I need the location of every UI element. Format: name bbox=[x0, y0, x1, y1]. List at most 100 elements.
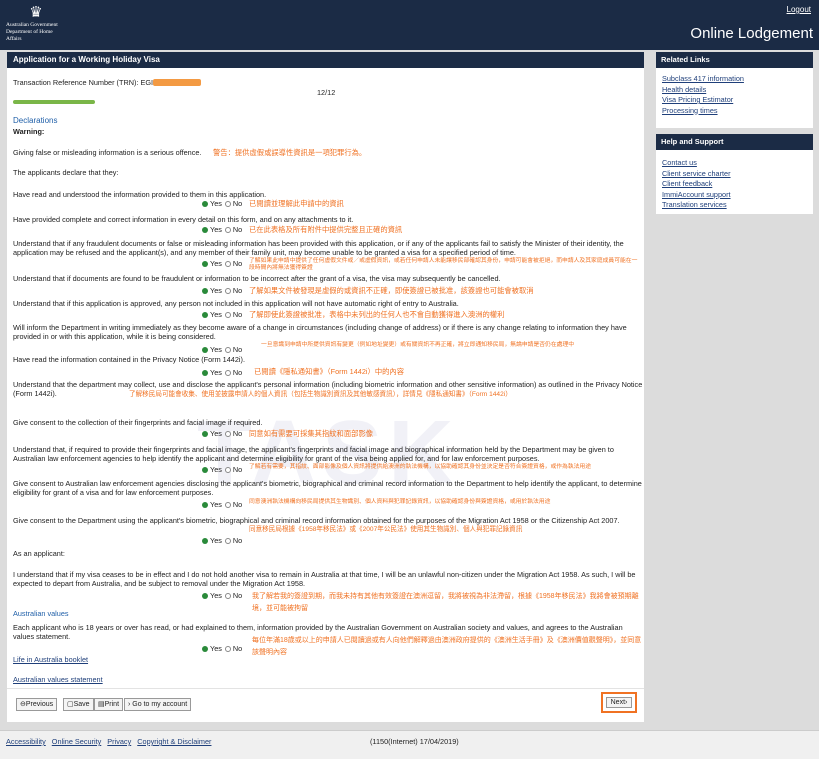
radio-no[interactable] bbox=[224, 346, 231, 353]
page-footer: Accessibility Online Security Privacy Co… bbox=[0, 730, 819, 759]
declaration-q3: Understand that if any fraudulent docume… bbox=[13, 239, 624, 257]
q14-yes-no[interactable]: Yes No bbox=[202, 644, 242, 653]
radio-yes[interactable] bbox=[202, 592, 208, 599]
warning-label: Warning: bbox=[13, 127, 45, 136]
gov-line2: Department of Home Affairs bbox=[6, 29, 53, 42]
q2-translation: 已在此表格及所有附件中提供完整且正確的資訊 bbox=[249, 225, 403, 234]
applicants-declare: The applicants declare that they: bbox=[13, 168, 119, 177]
q11-translation: 同意澳洲執法機構向移民局提供其生物識別、個人資料與犯罪記錄資訊，以協助確認身份與… bbox=[249, 499, 551, 505]
related-link-subclass-417[interactable]: Subclass 417 information bbox=[656, 74, 813, 85]
coat-of-arms-icon: ♛ bbox=[29, 4, 43, 21]
declaration-q6: Will inform the Department in writing im… bbox=[13, 323, 627, 341]
values-heading: Australian values bbox=[13, 609, 69, 618]
help-link-immiaccount[interactable]: ImmiAccount support bbox=[656, 190, 813, 201]
radio-no[interactable] bbox=[224, 369, 231, 376]
q5-yes-no[interactable]: Yes No bbox=[202, 310, 242, 319]
go-to-account-button[interactable]: › Go to my account bbox=[124, 698, 192, 711]
radio-no[interactable] bbox=[224, 501, 231, 508]
declaration-q12: Give consent to the Department using the… bbox=[13, 516, 620, 525]
q4-yes-no[interactable]: Yes No bbox=[202, 286, 242, 295]
footer-link-security[interactable]: Online Security bbox=[52, 737, 101, 746]
q1-translation: 已閱讀並理解此申請中的資訊 bbox=[249, 199, 344, 208]
trn-label: Transaction Reference Number (TRN): EGI bbox=[13, 78, 154, 87]
help-link-translation[interactable]: Translation services bbox=[656, 200, 813, 211]
footer-link-privacy[interactable]: Privacy bbox=[107, 737, 131, 746]
q8-translation: 了解移民局可能會收集、使用並披露申請人的個人資訊（包括生物識別資訊及其他敏感資訊… bbox=[129, 391, 512, 398]
next-arrow-icon: › bbox=[625, 699, 628, 706]
q1-yes-no[interactable]: Yes No bbox=[202, 199, 242, 208]
q10-translation: 了解若有需要，其指紋、面部影像及個人資訊將提供給澳洲的執法機構，以協助確認其身份… bbox=[249, 464, 592, 470]
q2-yes-no[interactable]: Yes No bbox=[202, 225, 242, 234]
next-button[interactable]: Next› bbox=[606, 697, 632, 708]
q12-yes-no[interactable]: Yes No bbox=[202, 536, 242, 545]
declaration-q11: Give consent to Australian law enforceme… bbox=[13, 479, 642, 497]
radio-yes[interactable] bbox=[202, 287, 208, 294]
radio-yes[interactable] bbox=[202, 537, 208, 544]
radio-yes[interactable] bbox=[202, 311, 208, 318]
radio-yes[interactable] bbox=[202, 369, 208, 376]
radio-yes[interactable] bbox=[202, 226, 208, 233]
save-button[interactable]: ▢Save bbox=[63, 698, 94, 711]
radio-yes[interactable] bbox=[202, 645, 208, 652]
radio-yes[interactable] bbox=[202, 466, 208, 473]
radio-no[interactable] bbox=[224, 311, 231, 318]
as-applicant: As an applicant: bbox=[13, 549, 65, 558]
trn-line: Transaction Reference Number (TRN): EGI bbox=[13, 78, 643, 87]
radio-no[interactable] bbox=[224, 226, 231, 233]
help-support-heading: Help and Support bbox=[656, 134, 813, 150]
declaration-q4: Understand that if documents are found t… bbox=[13, 274, 501, 283]
print-button[interactable]: ▤Print bbox=[94, 698, 124, 711]
declaration-q13: I understand that if my visa ceases to b… bbox=[13, 570, 636, 588]
related-link-health[interactable]: Health details bbox=[656, 85, 813, 96]
government-logo: ♛ Australian Government Department of Ho… bbox=[6, 4, 66, 44]
radio-no[interactable] bbox=[224, 430, 231, 437]
gov-line1: Australian Government bbox=[6, 22, 58, 28]
radio-no[interactable] bbox=[224, 200, 231, 207]
radio-no[interactable] bbox=[224, 592, 231, 599]
related-link-processing[interactable]: Processing times bbox=[656, 106, 813, 117]
declaration-q9: Give consent to the collection of their … bbox=[13, 418, 263, 427]
print-icon: ▤ bbox=[98, 701, 105, 708]
q12-translation: 同意移民局根據《1958年移民法》或《2007年公民法》使用其生物識別、個人與犯… bbox=[249, 526, 523, 533]
q7-yes-no[interactable]: Yes No bbox=[202, 368, 242, 377]
help-support-panel: Help and Support Contact us Client servi… bbox=[656, 134, 813, 214]
radio-yes[interactable] bbox=[202, 501, 208, 508]
radio-yes[interactable] bbox=[202, 430, 208, 437]
radio-no[interactable] bbox=[224, 260, 231, 267]
radio-yes[interactable] bbox=[202, 200, 208, 207]
previous-button[interactable]: ⊖Previous bbox=[16, 698, 58, 711]
radio-no[interactable] bbox=[224, 287, 231, 294]
radio-no[interactable] bbox=[224, 466, 231, 473]
q6-translation: 一旦意識到申請中所提供資訊有變更（例如地址變更）或有關資訊不再正確，將立即通知移… bbox=[261, 342, 575, 348]
q6-yes-no[interactable]: Yes No bbox=[202, 345, 242, 354]
radio-no[interactable] bbox=[224, 537, 231, 544]
related-links-panel: Related Links Subclass 417 information H… bbox=[656, 52, 813, 128]
logout-link[interactable]: Logout bbox=[787, 5, 811, 14]
radio-yes[interactable] bbox=[202, 346, 208, 353]
q3-yes-no[interactable]: Yes No bbox=[202, 259, 242, 268]
save-icon: ▢ bbox=[67, 701, 74, 708]
life-in-australia-link[interactable]: Life in Australia booklet bbox=[13, 655, 88, 664]
australian-values-link[interactable]: Australian values statement bbox=[13, 675, 103, 684]
q13-translation: 我了解若我的簽證到期，而我未持有其他有效簽證在澳洲逗留，我將被視為非法滯留，根據… bbox=[252, 593, 639, 612]
radio-no[interactable] bbox=[224, 645, 231, 652]
site-title: Online Lodgement bbox=[690, 25, 813, 42]
radio-yes[interactable] bbox=[202, 260, 208, 267]
form-button-bar: ⊖Previous ▢Save ▤Print › Go to my accoun… bbox=[7, 688, 644, 718]
help-link-charter[interactable]: Client service charter bbox=[656, 169, 813, 180]
main-panel: Application for a Working Holiday Visa T… bbox=[7, 52, 644, 722]
footer-links: Accessibility Online Security Privacy Co… bbox=[6, 737, 215, 746]
help-link-feedback[interactable]: Client feedback bbox=[656, 179, 813, 190]
trn-redaction bbox=[153, 79, 202, 86]
q3-translation: 了解如果此申請中提供了任何虛假文件或／或虛假資訊，或若任何申請人未能讓移民部確認… bbox=[249, 258, 638, 271]
footer-link-accessibility[interactable]: Accessibility bbox=[6, 737, 46, 746]
help-link-contact[interactable]: Contact us bbox=[656, 158, 813, 169]
site-header: ♛ Australian Government Department of Ho… bbox=[0, 0, 819, 50]
q13-yes-no[interactable]: Yes No bbox=[202, 591, 242, 600]
related-link-pricing[interactable]: Visa Pricing Estimator bbox=[656, 95, 813, 106]
q11-yes-no[interactable]: Yes No bbox=[202, 500, 242, 509]
footer-link-copyright[interactable]: Copyright & Disclaimer bbox=[137, 737, 211, 746]
q9-yes-no[interactable]: Yes No bbox=[202, 429, 242, 438]
declaration-q1: Have read and understood the information… bbox=[13, 190, 267, 199]
q10-yes-no[interactable]: Yes No bbox=[202, 465, 242, 474]
